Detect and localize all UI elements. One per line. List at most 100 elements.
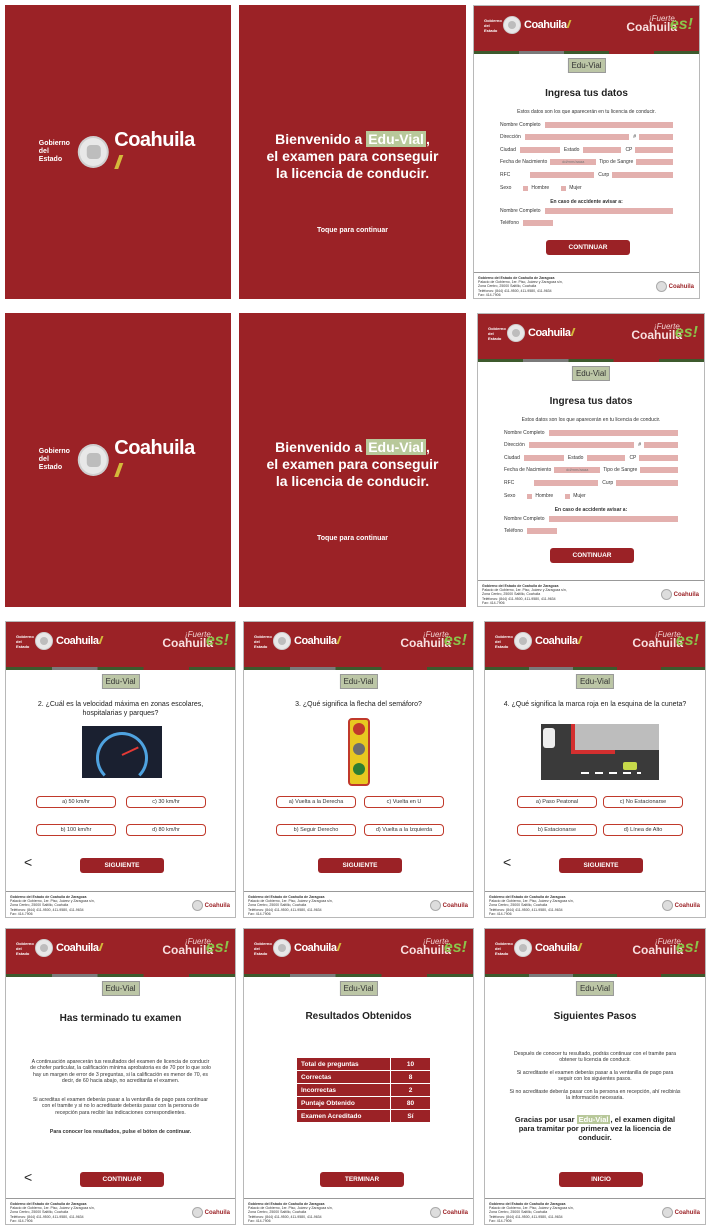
option-a[interactable]: a) Paso Peatonal (517, 796, 597, 808)
footer: Gobierno del Estado de Coahuila de Zarag… (478, 580, 704, 606)
table-row: Puntaje Obtenido 80 (296, 1096, 431, 1110)
mujer-radio[interactable] (561, 185, 567, 191)
accidente-label: En caso de accidente avisar a: (550, 199, 623, 205)
option-a[interactable]: a) 50 km/hr (36, 796, 116, 808)
welcome-screen[interactable]: Bienvenido a Edu-Vial, el examen para co… (239, 5, 466, 299)
siguiente-button[interactable]: SIGUIENTE (80, 858, 164, 873)
crest-icon (507, 324, 525, 342)
sangre-field[interactable] (636, 159, 673, 165)
fecha-field[interactable]: dd/mm/aaaa (550, 159, 597, 165)
crest-icon (273, 939, 291, 957)
question-text: 3. ¿Qué significa la flecha del semáforo… (295, 701, 422, 708)
crest-icon (35, 939, 53, 957)
fecha-field[interactable]: dd/mm/aaaa (554, 467, 601, 473)
back-button[interactable]: < (503, 854, 511, 870)
done-paragraph-3: Para conocer los resultados, pulse el bó… (49, 1129, 192, 1135)
speedometer-image (82, 726, 162, 784)
splash-screen-2[interactable]: Gobierno del Estado Coahuila (5, 313, 231, 607)
next-paragraph-2: Si acreditaste el examen deberás pasar a… (516, 1070, 674, 1083)
curp-field[interactable] (612, 172, 673, 178)
traffic-light-image (348, 718, 370, 786)
form-title: Ingresa tus datos (545, 88, 628, 99)
back-button[interactable]: < (24, 854, 32, 870)
next-steps-screen: Gobierno del Estado Coahuila ¡Fuerte, Coahu… (484, 928, 706, 1225)
numero-field[interactable] (644, 442, 678, 448)
splash-screen[interactable]: Gobierno del Estado Coahuila (5, 5, 231, 299)
inicio-button[interactable]: INICIO (559, 1172, 643, 1187)
option-d[interactable]: d) Vuelta a la Izquierda (364, 824, 444, 836)
question-3-screen: Gobierno del Estado Coahuila ¡Fuerte, Coahu… (243, 621, 474, 918)
question-text: 4. ¿Qué significa la marca roja en la es… (503, 701, 687, 708)
hombre-radio[interactable] (527, 493, 533, 499)
back-button[interactable]: < (24, 1169, 32, 1185)
option-c[interactable]: c) No Estacionarse (603, 796, 683, 808)
crest-icon (503, 16, 521, 34)
welcome-message: Bienvenido a Edu-Vial, el examen para co… (266, 131, 439, 181)
numero-field[interactable] (639, 134, 673, 140)
table-row: Total de preguntas 10 (296, 1057, 431, 1071)
curp-field[interactable] (616, 480, 678, 486)
telefono-field[interactable] (526, 528, 557, 534)
option-d[interactable]: d) 80 km/hr (126, 824, 206, 836)
form-subtitle: Estos datos son los que aparecerán en tu… (517, 109, 656, 115)
estado-field[interactable] (587, 455, 626, 461)
form-title: Ingresa tus datos (549, 396, 633, 407)
crest-icon (35, 632, 53, 650)
done-title: Has terminado tu examen (59, 1013, 182, 1024)
curb-image (541, 724, 659, 780)
form-screen: Gobierno del Estado Coahuila ¡Fuerte, Coah… (473, 5, 700, 299)
continuar-button[interactable]: CONTINUAR (546, 240, 630, 255)
done-paragraph-2: Si acreditas el examen deberás pasar a l… (32, 1097, 209, 1116)
results-table: Total de preguntas 10 Correctas 8 Incorrec… (296, 1057, 431, 1123)
brand-name: Coahuila (113, 129, 197, 175)
nombre-field[interactable] (544, 122, 673, 128)
done-paragraph-1: A continuación aparecerán tus resultados… (30, 1059, 211, 1084)
direccion-field[interactable] (528, 442, 635, 448)
nombre-field[interactable] (548, 430, 678, 436)
question-text: 2. ¿Cuál es la velocidad máxima en zonas… (37, 701, 204, 717)
option-c[interactable]: c) Vuelta en U (364, 796, 444, 808)
continuar-button[interactable]: CONTINUAR (550, 548, 634, 563)
cp-field[interactable] (639, 455, 678, 461)
option-c[interactable]: c) 30 km/hr (126, 796, 206, 808)
exam-done-screen: Gobierno del Estado Coahuila ¡Fuerte, Coahu… (5, 928, 236, 1225)
welcome-message: Bienvenido a Edu-Vial, el examen para co… (266, 439, 439, 489)
tap-to-continue[interactable]: Toque para continuar (239, 227, 466, 234)
form-screen-2: Gobierno del Estado Coahuila ¡Fuerte, Coah… (477, 313, 705, 607)
header: Gobierno del Estado Coahuila ¡Fuerte, Coah… (474, 6, 699, 51)
telefono-field[interactable] (522, 220, 553, 226)
crest-icon (273, 632, 291, 650)
nombre-contacto-field[interactable] (548, 516, 678, 522)
cp-field[interactable] (635, 147, 673, 153)
es-slogan: es! (669, 16, 693, 33)
next-title: Siguientes Pasos (553, 1011, 637, 1022)
option-d[interactable]: d) Línea de Alto (603, 824, 683, 836)
table-row: Correctas 8 (296, 1070, 431, 1084)
rfc-field[interactable] (530, 172, 595, 178)
estado-field[interactable] (583, 147, 622, 153)
hombre-radio[interactable] (523, 185, 529, 191)
edu-vial-badge: Edu-Vial (567, 58, 606, 73)
coahuila-logo: Gobierno del Estado Coahuila (39, 437, 197, 483)
option-b[interactable]: b) Estacionarse (517, 824, 597, 836)
ciudad-field[interactable] (523, 455, 564, 461)
option-a[interactable]: a) Vuelta a la Derecha (276, 796, 356, 808)
siguiente-button[interactable]: SIGUIENTE (318, 858, 402, 873)
ciudad-field[interactable] (519, 147, 560, 153)
option-b[interactable]: b) 100 km/hr (36, 824, 116, 836)
terminar-button[interactable]: TERMINAR (320, 1172, 404, 1187)
siguiente-button[interactable]: SIGUIENTE (559, 858, 643, 873)
footer: Gobierno del Estado de Coahuila de Zarag… (474, 272, 699, 298)
mujer-radio[interactable] (565, 493, 571, 499)
nombre-contacto-field[interactable] (544, 208, 673, 214)
coahuila-logo: Gobierno del Estado Coahuila (39, 129, 197, 175)
results-title: Resultados Obtenidos (305, 1011, 412, 1022)
direccion-field[interactable] (524, 134, 630, 140)
sangre-field[interactable] (640, 467, 678, 473)
continuar-button[interactable]: CONTINUAR (80, 1172, 164, 1187)
tap-to-continue[interactable]: Toque para continuar (239, 535, 466, 542)
header: Gobierno del Estado Coahuila ¡Fuerte, Coah… (478, 314, 704, 359)
welcome-screen-2[interactable]: Bienvenido a Edu-Vial, el examen para co… (239, 313, 466, 607)
option-b[interactable]: b) Seguir Derecho (276, 824, 356, 836)
rfc-field[interactable] (534, 480, 599, 486)
